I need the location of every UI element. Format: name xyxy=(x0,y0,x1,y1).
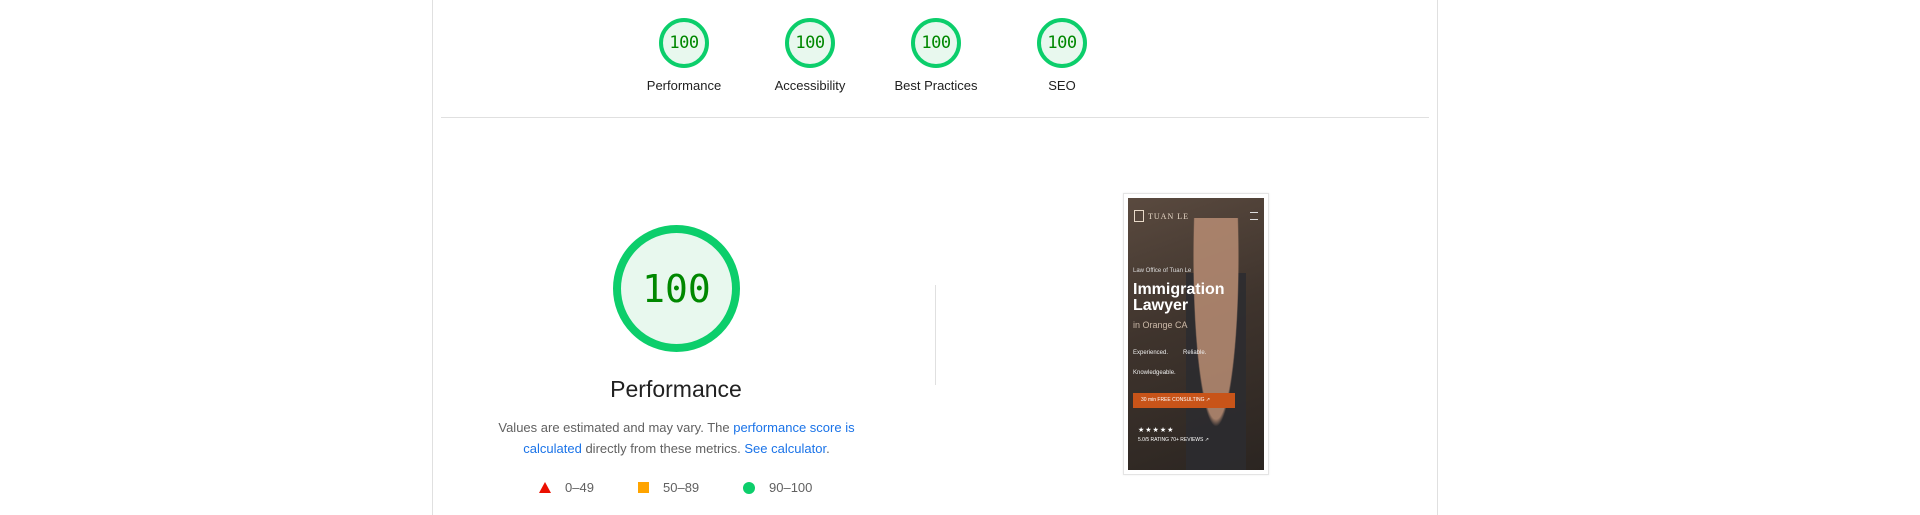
final-screenshot[interactable]: TUAN LE Law Office of Tuan Le Immigratio… xyxy=(1123,193,1269,475)
legend-range: 90–100 xyxy=(769,480,813,495)
site-logo: TUAN LE xyxy=(1134,210,1189,222)
legend-average: 50–89 xyxy=(638,480,699,495)
gauge-ring: 100 xyxy=(1037,18,1087,68)
performance-description: Values are estimated and may vary. The p… xyxy=(485,417,868,459)
legend-range: 0–49 xyxy=(565,480,594,495)
see-calculator-link[interactable]: See calculator xyxy=(744,441,826,456)
category-gauges: 100 Performance 100 Accessibility 100 Be… xyxy=(433,0,1437,118)
gauge-label: Best Practices xyxy=(894,78,978,93)
gauge-score: 100 xyxy=(1047,33,1077,53)
desc-text: . xyxy=(826,441,830,456)
rating-text: 5.0/5 RATING 70+ REVIEWS ↗ xyxy=(1138,437,1209,443)
logo-text: TUAN LE xyxy=(1148,211,1189,221)
kicker-text: Law Office of Tuan Le xyxy=(1133,268,1192,274)
performance-score: 100 xyxy=(642,266,711,311)
tag-text: Reliable. xyxy=(1183,350,1207,356)
legend-fail: 0–49 xyxy=(539,480,594,495)
gauge-score: 100 xyxy=(669,33,699,53)
gauge-score: 100 xyxy=(921,33,951,53)
triangle-icon xyxy=(539,482,551,493)
legend-range: 50–89 xyxy=(663,480,700,495)
lighthouse-report: 100 Performance 100 Accessibility 100 Be… xyxy=(432,0,1438,515)
logo-icon xyxy=(1134,210,1144,222)
hero-subhead: in Orange CA xyxy=(1133,320,1188,330)
headline-line: Lawyer xyxy=(1133,297,1189,314)
tag-text: Knowledgeable. xyxy=(1133,370,1176,376)
desc-text: directly from these metrics. xyxy=(581,441,745,456)
performance-title: Performance xyxy=(610,376,742,402)
gauge-ring: 100 xyxy=(911,18,961,68)
menu-icon xyxy=(1250,212,1258,220)
portrait-image xyxy=(1186,218,1246,470)
score-legend: 0–49 50–89 90–100 xyxy=(539,480,839,498)
star-icons: ★★★★★ xyxy=(1138,427,1175,434)
performance-gauge-large: 100 xyxy=(613,225,740,352)
page-screenshot: TUAN LE Law Office of Tuan Le Immigratio… xyxy=(1128,198,1264,470)
headline-line: Immigration xyxy=(1133,281,1225,298)
section-divider xyxy=(441,117,1429,118)
consult-button: 30 min FREE CONSULTING ↗ xyxy=(1133,393,1235,408)
vertical-divider xyxy=(935,285,936,385)
desc-text: Values are estimated and may vary. The xyxy=(498,420,734,435)
legend-pass: 90–100 xyxy=(743,480,812,495)
gauge-best-practices[interactable]: 100 Best Practices xyxy=(873,18,999,93)
gauge-score: 100 xyxy=(795,33,825,53)
gauge-label: Performance xyxy=(646,78,722,93)
tag-text: Experienced. xyxy=(1133,350,1169,356)
gauge-ring: 100 xyxy=(659,18,709,68)
gauge-label: Accessibility xyxy=(774,78,846,93)
hero-headline: Immigration Lawyer xyxy=(1133,282,1243,314)
gauge-ring: 100 xyxy=(785,18,835,68)
gauge-performance[interactable]: 100 Performance xyxy=(621,18,747,93)
circle-icon xyxy=(743,481,755,494)
square-icon xyxy=(638,482,649,493)
gauge-accessibility[interactable]: 100 Accessibility xyxy=(747,18,873,93)
gauge-seo[interactable]: 100 SEO xyxy=(999,18,1125,93)
gauge-label: SEO xyxy=(1048,78,1076,93)
